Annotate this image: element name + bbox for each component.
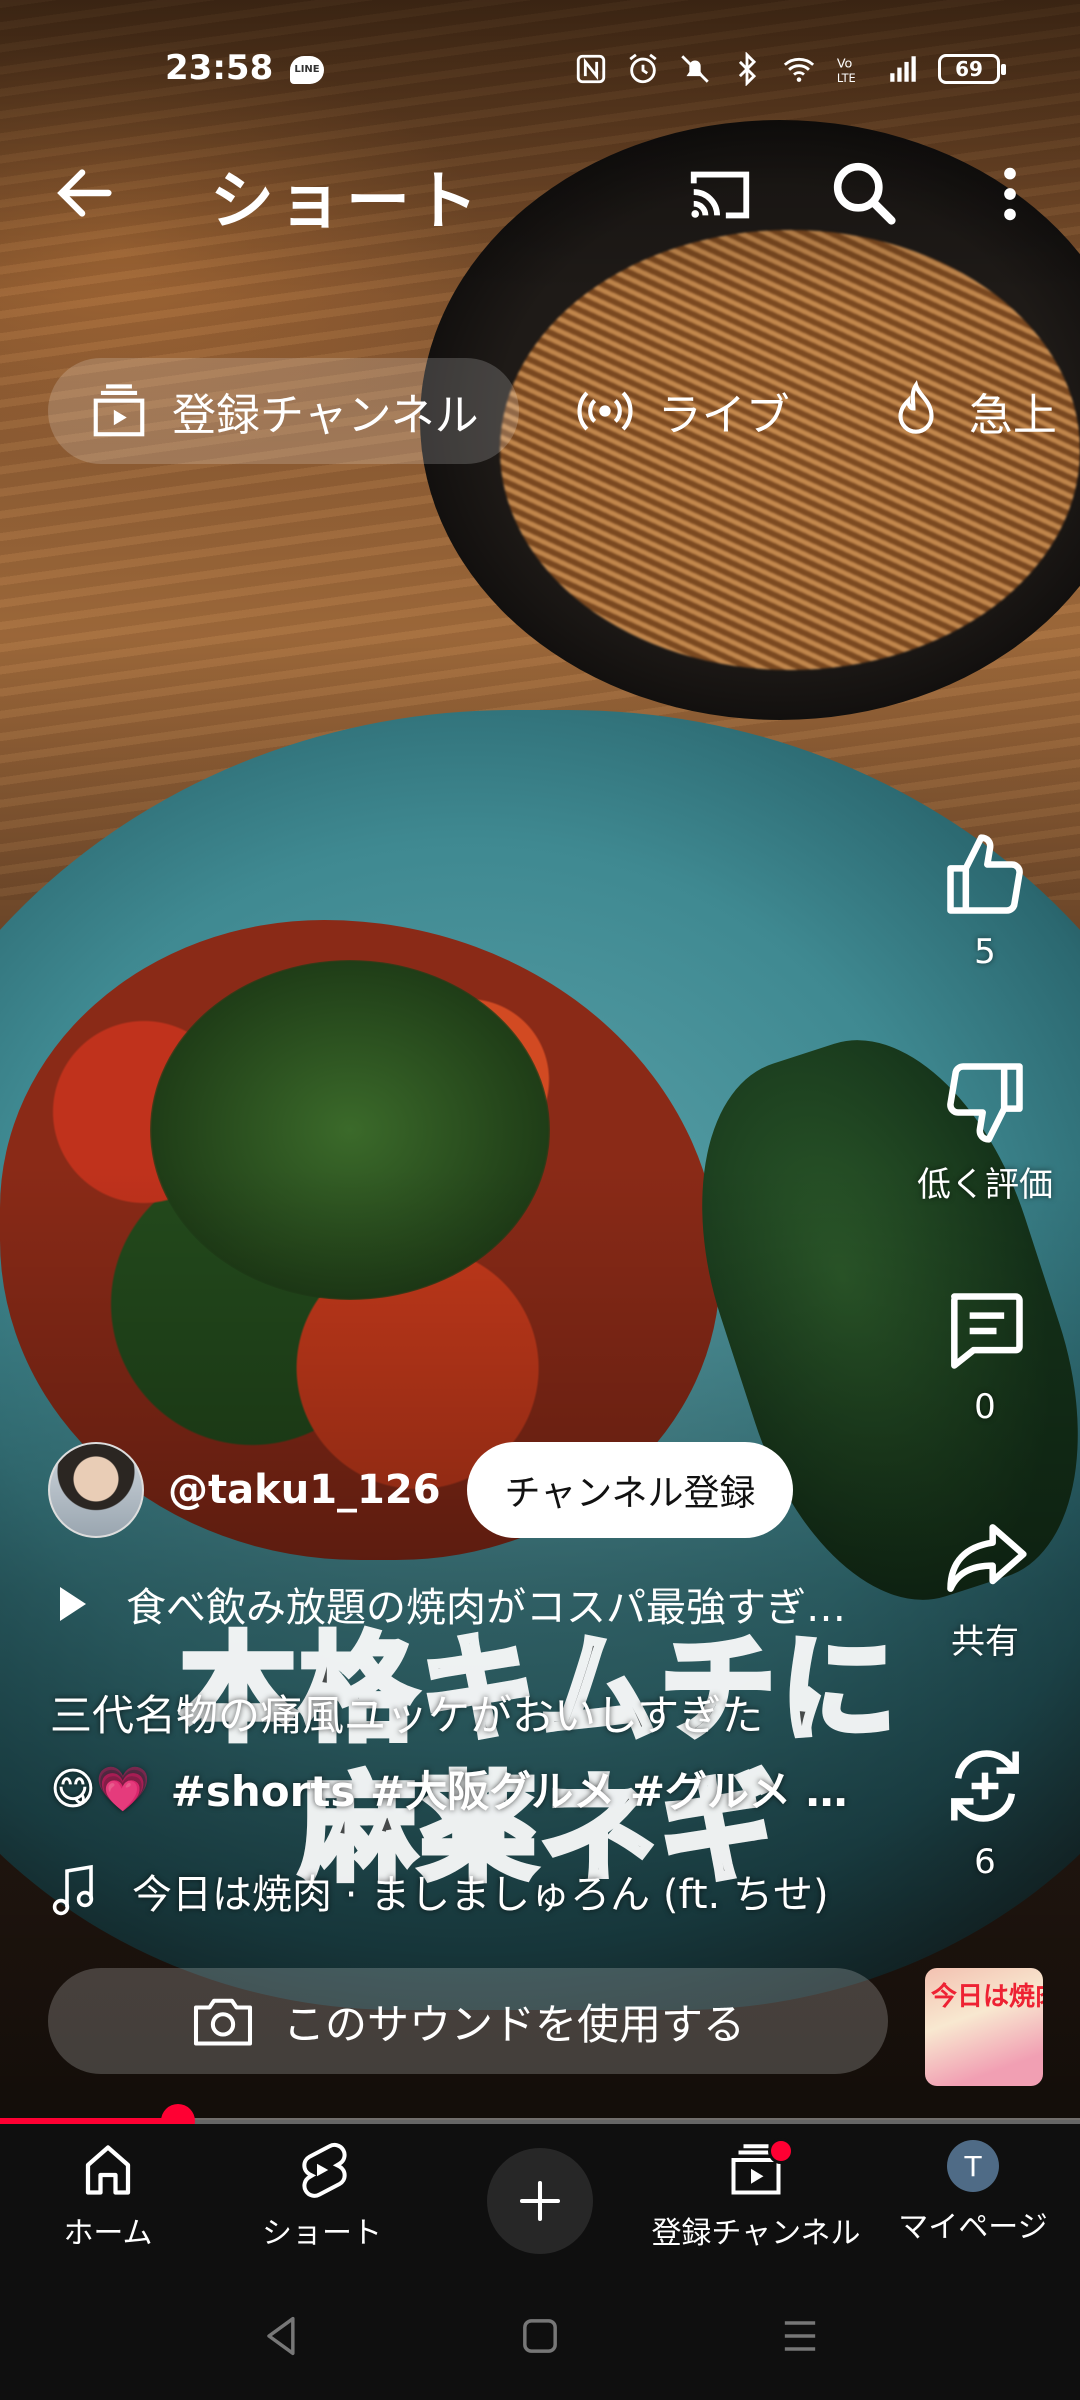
remix-button[interactable]: 6 xyxy=(900,1740,1070,1882)
sound-thumbnail-text: 今日は焼肉 xyxy=(931,1982,1043,2012)
play-icon xyxy=(60,1587,86,1621)
nfc-icon xyxy=(576,54,606,84)
channel-avatar[interactable] xyxy=(48,1442,144,1538)
like-count: 5 xyxy=(974,932,996,972)
like-button[interactable]: 5 xyxy=(900,830,1070,972)
chip-subscriptions[interactable]: 登録チャンネル xyxy=(48,358,519,464)
svg-text:LTE: LTE xyxy=(837,71,856,85)
signal-icon xyxy=(890,56,916,82)
chip-live-label: ライブ xyxy=(657,390,790,441)
nav-home[interactable]: ホーム xyxy=(58,2140,158,2252)
description-hashtags[interactable]: #shorts #大阪グルメ #グルメ … xyxy=(171,1758,848,1819)
sound-link[interactable]: 今日は焼肉 · ましましゅろん (ft. ちせ) xyxy=(48,1862,908,1920)
mute-icon xyxy=(681,55,709,83)
system-home-icon[interactable] xyxy=(510,2310,570,2362)
nav-me-label: マイページ xyxy=(898,2210,1048,2245)
music-note-icon xyxy=(52,1864,94,1916)
system-navigation-bar xyxy=(0,2274,1080,2400)
thumb-up-icon xyxy=(947,834,1023,914)
new-content-badge xyxy=(768,2138,794,2164)
dislike-label: 低く評価 xyxy=(917,1165,1053,1205)
use-sound-label: このサウンドを使用する xyxy=(282,1999,745,2049)
use-sound-button[interactable]: このサウンドを使用する xyxy=(48,1968,888,2074)
status-icons: Vo LTE 69 xyxy=(574,52,1006,86)
subscriptions-icon xyxy=(93,384,145,437)
system-back-icon[interactable] xyxy=(252,2310,312,2362)
description-line-2[interactable]: 😋💗 #shorts #大阪グルメ #グルメ … xyxy=(50,1758,890,1819)
bluetooth-icon xyxy=(738,52,757,86)
nav-shorts-label: ショート xyxy=(262,2216,382,2251)
cast-icon[interactable] xyxy=(685,160,755,230)
battery-icon: 69 xyxy=(938,54,1006,84)
comments-button[interactable]: 0 xyxy=(900,1285,1070,1427)
comment-count: 0 xyxy=(974,1387,996,1427)
profile-avatar: T xyxy=(947,2140,999,2192)
plus-icon xyxy=(519,2180,561,2222)
volte-icon: VoLTE xyxy=(837,57,856,85)
feed-filter-chips: 登録チャンネル ライブ 急上 xyxy=(48,358,1080,464)
chip-trending[interactable]: 急上 xyxy=(845,358,1080,464)
status-time: 23:58 xyxy=(165,48,274,88)
share-button[interactable]: 共有 xyxy=(900,1512,1070,1663)
channel-handle[interactable]: @taku1_126 xyxy=(168,1467,441,1513)
live-icon xyxy=(577,391,633,431)
bottom-navigation: ホーム ショート 登録チャンネル T マイページ xyxy=(0,2124,1080,2274)
chip-trending-label: 急上 xyxy=(968,390,1057,441)
chip-live[interactable]: ライブ xyxy=(534,358,830,464)
related-video-title: 食べ飲み放題の焼肉がコスパ最強すぎ… xyxy=(126,1585,846,1631)
home-icon xyxy=(85,2145,131,2195)
status-bar: 23:58 LINE Vo LTE 69 xyxy=(0,0,1080,140)
dislike-button[interactable]: 低く評価 xyxy=(900,1055,1070,1206)
nav-home-label: ホーム xyxy=(63,2216,153,2251)
svg-text:Vo: Vo xyxy=(837,57,853,72)
alarm-icon xyxy=(629,53,657,84)
search-icon[interactable] xyxy=(825,154,901,230)
sound-thumbnail[interactable]: 今日は焼肉 xyxy=(925,1968,1043,2086)
remix-count: 6 xyxy=(974,1842,996,1882)
comment-icon xyxy=(951,1293,1023,1369)
nav-subscriptions-label: 登録チャンネル xyxy=(651,2216,861,2251)
page-title: ショート xyxy=(210,165,482,239)
create-button[interactable] xyxy=(487,2148,593,2254)
chip-subscriptions-label: 登録チャンネル xyxy=(172,390,479,441)
back-arrow-icon[interactable] xyxy=(50,158,120,228)
nav-shorts[interactable]: ショート xyxy=(262,2140,382,2252)
shorts-icon xyxy=(302,2142,347,2198)
nav-me[interactable]: T マイページ xyxy=(898,2140,1048,2246)
wifi-icon xyxy=(783,57,815,82)
channel-row: @taku1_126 チャンネル登録 xyxy=(48,1440,794,1540)
related-video-link[interactable]: 食べ飲み放題の焼肉がコスパ最強すぎ… xyxy=(50,1575,890,1633)
nav-subscriptions[interactable]: 登録チャンネル xyxy=(650,2138,862,2252)
share-label: 共有 xyxy=(951,1622,1019,1662)
description-line-1[interactable]: 三代名物の痛風ユッケがおいしすぎた xyxy=(50,1682,890,1743)
more-vert-icon[interactable] xyxy=(975,156,1045,232)
subscribe-button[interactable]: チャンネル登録 xyxy=(466,1442,794,1538)
thumb-down-icon xyxy=(947,1063,1023,1143)
system-recents-icon[interactable] xyxy=(770,2310,830,2362)
description-emojis: 😋💗 xyxy=(50,1763,151,1815)
share-icon xyxy=(947,1524,1027,1592)
trending-icon xyxy=(898,380,934,434)
line-notification-icon: LINE xyxy=(290,56,324,84)
sound-title: 今日は焼肉 · ましましゅろん (ft. ちせ) xyxy=(132,1872,829,1918)
remix-icon xyxy=(951,1750,1019,1822)
app-bar: ショート xyxy=(0,140,1080,260)
camera-icon xyxy=(193,1998,253,2046)
